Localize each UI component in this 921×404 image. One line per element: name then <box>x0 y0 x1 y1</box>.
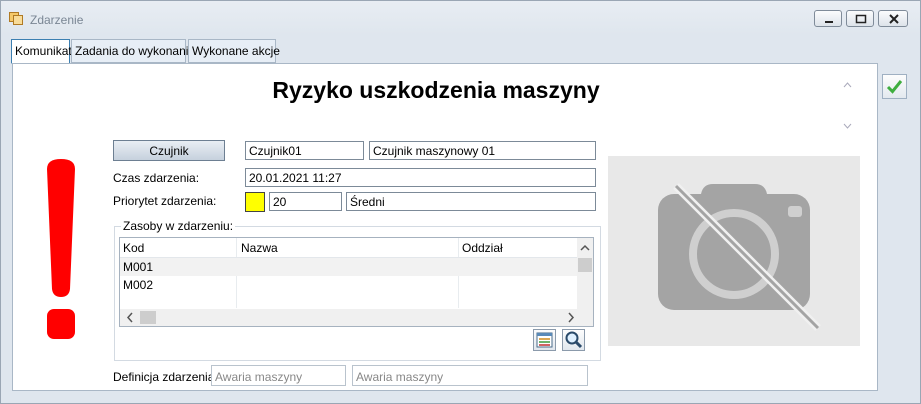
maximize-icon <box>855 14 867 24</box>
close-icon <box>889 14 899 24</box>
title-bar: Zdarzenie <box>1 1 920 35</box>
sensor-name-field[interactable]: Czujnik maszynowy 01 <box>369 141 596 160</box>
minimize-button[interactable] <box>814 10 842 27</box>
close-button[interactable] <box>878 10 908 27</box>
sensor-button[interactable]: Czujnik <box>113 140 225 161</box>
priority-name-field[interactable]: Średni <box>346 192 596 211</box>
column-header-oddzial[interactable]: Oddział <box>462 241 503 255</box>
event-time-field[interactable]: 20.01.2021 11:27 <box>245 168 596 187</box>
event-time-label: Czas zdarzenia: <box>113 171 200 185</box>
definition-label: Definicja zdarzenia: <box>113 370 218 384</box>
scroll-up-icon <box>580 244 590 251</box>
tab-label: Zadania do wykonania <box>75 44 196 58</box>
search-button[interactable] <box>562 329 585 351</box>
priority-color-swatch[interactable] <box>245 192 265 212</box>
tab-zadania[interactable]: Zadania do wykonania <box>71 39 195 63</box>
resources-group-title: Zasoby w zdarzeniu: <box>121 219 236 233</box>
confirm-button[interactable] <box>882 74 907 99</box>
sensor-code-field[interactable]: Czujnik01 <box>245 141 364 160</box>
resources-grid[interactable]: Kod Nazwa Oddział M001 M002 <box>119 237 594 327</box>
scroll-right-icon <box>568 312 575 323</box>
tab-wykonane-akcje[interactable]: Wykonane akcje <box>188 39 280 63</box>
resources-group: Zasoby w zdarzeniu: Kod Nazwa Oddział M0… <box>114 219 601 361</box>
definition-code-field[interactable]: Awaria maszyny <box>211 365 346 386</box>
scroll-left-icon <box>126 312 133 323</box>
vertical-scroll-thumb[interactable] <box>578 258 592 272</box>
table-row[interactable]: M002 <box>120 276 578 294</box>
app-icon <box>9 12 23 25</box>
checkmark-icon <box>886 80 903 94</box>
maximize-button[interactable] <box>846 10 874 27</box>
minimize-icon <box>825 21 833 23</box>
grid-vertical-scrollbar[interactable] <box>577 238 593 310</box>
priority-value-field[interactable]: 20 <box>269 192 342 211</box>
no-photo-icon <box>658 183 821 331</box>
table-row[interactable]: M001 <box>120 258 578 276</box>
event-heading: Ryzyko uszkodzenia maszyny <box>272 77 600 103</box>
column-header-nazwa[interactable]: Nazwa <box>241 241 278 255</box>
event-window: Zdarzenie Komunikat Zadania do wykonania… <box>0 0 921 404</box>
exclamation-icon <box>47 159 75 339</box>
list-icon <box>536 332 553 348</box>
tab-label: Komunikat <box>15 44 72 58</box>
magnifier-icon <box>565 331 583 349</box>
definition-name-field[interactable]: Awaria maszyny <box>352 365 588 386</box>
photo-placeholder[interactable] <box>608 156 860 346</box>
window-title: Zdarzenie <box>30 13 84 27</box>
tab-komunikat[interactable]: Komunikat <box>11 39 72 64</box>
priority-label: Priorytet zdarzenia: <box>113 194 217 208</box>
cell-kod: M002 <box>123 278 154 292</box>
grid-horizontal-scrollbar[interactable] <box>120 309 593 326</box>
grid-header: Kod Nazwa Oddział <box>120 238 578 258</box>
horizontal-scroll-thumb[interactable] <box>140 311 156 324</box>
list-button[interactable] <box>533 329 556 351</box>
tab-label: Wykonane akcje <box>192 44 280 58</box>
message-panel: Ryzyko uszkodzenia maszyny Czujnik Czujn… <box>12 63 878 391</box>
column-header-kod[interactable]: Kod <box>123 241 144 255</box>
heading-scrollbar[interactable] <box>840 78 855 132</box>
sensor-button-label: Czujnik <box>149 144 189 158</box>
cell-kod: M001 <box>123 260 154 274</box>
